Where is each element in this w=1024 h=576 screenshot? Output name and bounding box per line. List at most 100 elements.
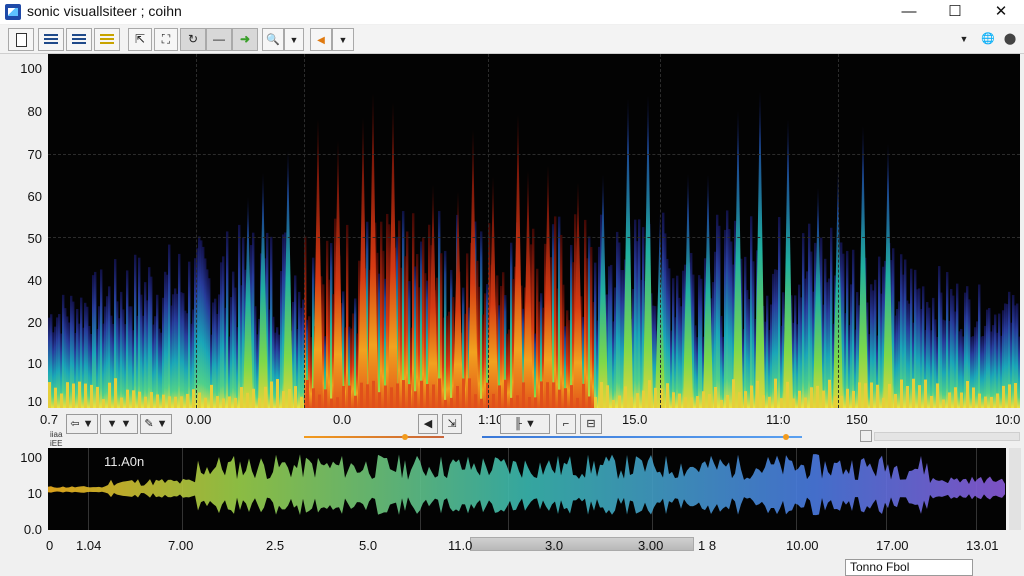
spectrogram-low-band [960, 392, 963, 408]
small-label: iiaa [50, 430, 63, 439]
spectrogram-low-band [774, 378, 777, 408]
spectrogram-low-band [492, 393, 495, 408]
spectrogram-low-band [564, 388, 567, 408]
spectrogram-low-band [852, 390, 855, 408]
spectrogram-low-band [618, 395, 621, 408]
wave-x-tick: 1.04 [76, 538, 102, 553]
spectrogram-low-band [342, 385, 345, 408]
spectrogram-low-band [300, 396, 303, 408]
rewind-dropdown[interactable]: ▼ [332, 28, 354, 51]
spectrogram-low-band [426, 384, 429, 408]
zoom-dropdown[interactable]: ▼ [284, 28, 304, 51]
spectrogram-low-band [738, 392, 741, 408]
spectrogram-low-band [516, 395, 519, 408]
wave-x-tick: 5.0 [359, 538, 378, 553]
spectrogram-low-band [828, 379, 831, 408]
spectrogram-low-band [132, 390, 135, 408]
chevron-down-icon: ▼ [289, 35, 299, 45]
spectrogram-low-band [702, 391, 705, 408]
grid-line [304, 54, 305, 408]
view-dropdown[interactable]: ▼ [954, 28, 974, 51]
spectrogram-low-band [708, 394, 711, 408]
play-back-button[interactable]: ◀ [418, 414, 438, 434]
spectrogram-low-band [552, 382, 555, 408]
measure-dropdown[interactable]: ╟ ▼ [500, 414, 550, 434]
layer-select-dropdown[interactable]: ⇦ ▼ [66, 414, 98, 434]
expand-button[interactable]: ⇲ [442, 414, 462, 434]
grid-line [488, 54, 489, 408]
spectrogram-low-band [318, 394, 321, 408]
close-button[interactable]: ✕ [978, 0, 1024, 24]
spectrogram-low-band [78, 381, 81, 408]
play-forward-button[interactable]: ➜ [232, 28, 258, 51]
spectrogram-low-band [48, 382, 51, 408]
spectrogram-column [1018, 336, 1020, 408]
maximize-button[interactable]: ☐ [932, 0, 978, 24]
wave-x-tick: 13.01 [966, 538, 999, 553]
spectrogram-peak [755, 91, 765, 408]
waveform-track-label: 11.A0n [104, 454, 145, 469]
spectrogram-low-band [540, 381, 543, 408]
spectrogram-low-band [624, 386, 627, 408]
gain-slider[interactable] [304, 436, 444, 438]
pen-tool-dropdown[interactable]: ✎ ▼ [140, 414, 172, 434]
vertical-scrollbar[interactable] [1009, 448, 1021, 530]
colour-dropdown[interactable]: ▼ ▼ [100, 414, 138, 434]
rewind-button[interactable]: ◀ [310, 28, 332, 51]
pane-layout-1-button[interactable] [38, 28, 64, 51]
spectrogram-low-band [360, 382, 363, 408]
title-bar: sonic visuallsiteer ; coihn — ☐ ✕ [0, 0, 1024, 24]
spectrogram-low-band [288, 388, 291, 408]
waveform-view[interactable]: 11.A0n [48, 448, 1006, 530]
snap-button[interactable]: ⌐ [556, 414, 576, 434]
zoom-scrollbar[interactable] [874, 432, 1020, 441]
spectrogram-low-band [282, 391, 285, 408]
spectrogram-low-band [246, 392, 249, 408]
pane-layout-2-button[interactable] [66, 28, 92, 51]
gain-slider-knob[interactable] [401, 434, 408, 440]
globe-button[interactable]: 🌐 [978, 28, 998, 51]
spectrogram-low-band [882, 397, 885, 408]
spectrogram-low-band [528, 397, 531, 408]
spectrogram-low-band [936, 383, 939, 408]
spectrogram-low-band [522, 382, 525, 408]
spectrogram-low-band [750, 385, 753, 408]
spectrogram-low-band [648, 380, 651, 408]
spectrogram-low-band [984, 396, 987, 408]
spectrogram-low-band [66, 382, 69, 408]
spectrogram-view[interactable] [48, 54, 1020, 408]
position-slider-knob[interactable] [783, 434, 789, 440]
toggle-box[interactable] [860, 430, 872, 442]
select-tool-button[interactable]: ⛶ [154, 28, 178, 51]
pane-layout-3-button[interactable] [94, 28, 120, 51]
spectrogram-low-band [534, 397, 537, 408]
zoom-button[interactable]: 🔍 [262, 28, 284, 51]
wave-x-tick: 3.0 [545, 538, 564, 553]
spectrogram-low-band [414, 391, 417, 408]
loop-button[interactable]: ↻ [180, 28, 206, 51]
grid-line [48, 154, 1020, 155]
position-slider[interactable] [482, 436, 802, 438]
spectrogram-low-band [450, 397, 453, 408]
spectrogram-low-band [234, 397, 237, 408]
minimize-button[interactable]: — [886, 0, 932, 24]
record-button[interactable]: ⬤ [1000, 28, 1020, 51]
spectrogram-low-band [612, 399, 615, 408]
wave-x-tick: 11.0 [448, 538, 473, 553]
spectrogram-low-band [1008, 384, 1011, 408]
new-file-button[interactable] [8, 28, 34, 51]
wave-x-tick: 17.00 [876, 538, 909, 553]
spectrogram-low-band [72, 383, 75, 408]
spectrogram-low-band [870, 382, 873, 408]
navigate-tool-button[interactable]: ⇱ [128, 28, 152, 51]
grid-line [660, 54, 661, 408]
wave-x-tick: 1 8 [698, 538, 717, 553]
export-button[interactable]: ⊟ [580, 414, 602, 434]
y-tick-label: 80 [27, 104, 42, 119]
spectrogram-low-band [186, 393, 189, 408]
spectrogram-low-band [60, 393, 63, 408]
minus-button[interactable]: — [206, 28, 232, 51]
spectrogram-low-band [786, 381, 789, 408]
app-icon [5, 4, 21, 20]
arrow-right-icon: ➜ [239, 32, 251, 46]
